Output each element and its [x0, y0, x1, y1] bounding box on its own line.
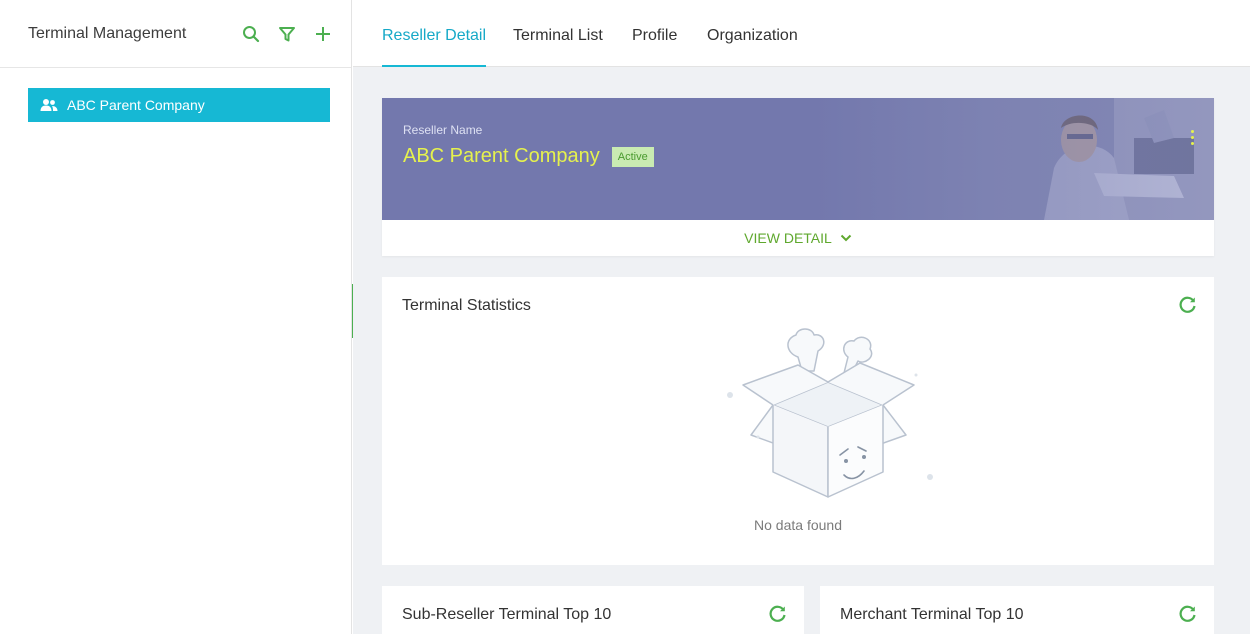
- search-icon[interactable]: [241, 24, 261, 44]
- panel-toolbar: [241, 24, 333, 44]
- card-title: Terminal Statistics: [402, 297, 531, 314]
- status-badge: Active: [611, 146, 654, 167]
- banner-photo: [814, 98, 1214, 220]
- plus-icon[interactable]: [313, 24, 333, 44]
- tab-profile[interactable]: Profile: [632, 0, 677, 67]
- refresh-icon[interactable]: [1178, 604, 1198, 624]
- refresh-icon[interactable]: [1178, 295, 1198, 315]
- reseller-banner-card: Reseller Name ABC Parent Company Active …: [382, 98, 1214, 256]
- more-options-icon[interactable]: [1188, 130, 1196, 150]
- view-detail-button[interactable]: VIEW DETAIL: [382, 220, 1214, 256]
- tab-terminal-list[interactable]: Terminal List: [513, 0, 603, 67]
- refresh-icon[interactable]: [768, 604, 788, 624]
- merchant-top10-card: Merchant Terminal Top 10: [820, 586, 1214, 634]
- tab-organization[interactable]: Organization: [707, 0, 798, 67]
- detail-area: Reseller Detail Terminal List Profile Or…: [353, 0, 1250, 634]
- terminal-tree-panel: Terminal Management ABC Parent Company: [0, 0, 352, 634]
- reseller-tree: ABC Parent Company: [0, 68, 351, 122]
- empty-box-illustration: [727, 328, 933, 498]
- panel-header: Terminal Management: [0, 0, 351, 68]
- chevron-down-icon: [840, 234, 852, 242]
- tree-node-abc-parent-company[interactable]: ABC Parent Company: [28, 88, 330, 122]
- tree-node-label: ABC Parent Company: [67, 97, 205, 113]
- sub-reseller-top10-card: Sub-Reseller Terminal Top 10: [382, 586, 804, 634]
- reseller-name: ABC Parent Company: [403, 145, 600, 167]
- filter-icon[interactable]: [277, 24, 297, 44]
- terminal-statistics-card: Terminal Statistics No data found: [382, 277, 1214, 565]
- panel-title: Terminal Management: [28, 24, 187, 42]
- card-title: Sub-Reseller Terminal Top 10: [402, 606, 612, 623]
- reseller-name-label: Reseller Name: [403, 123, 483, 137]
- view-detail-label: VIEW DETAIL: [744, 230, 832, 246]
- tab-bar: Reseller Detail Terminal List Profile Or…: [353, 0, 1250, 67]
- empty-state-text: No data found: [754, 517, 842, 533]
- reseller-name-row: ABC Parent Company Active: [403, 145, 654, 168]
- tab-reseller-detail[interactable]: Reseller Detail: [382, 0, 487, 67]
- reseller-banner: Reseller Name ABC Parent Company Active: [382, 98, 1214, 220]
- card-title: Merchant Terminal Top 10: [840, 606, 1024, 623]
- users-icon: [40, 98, 58, 112]
